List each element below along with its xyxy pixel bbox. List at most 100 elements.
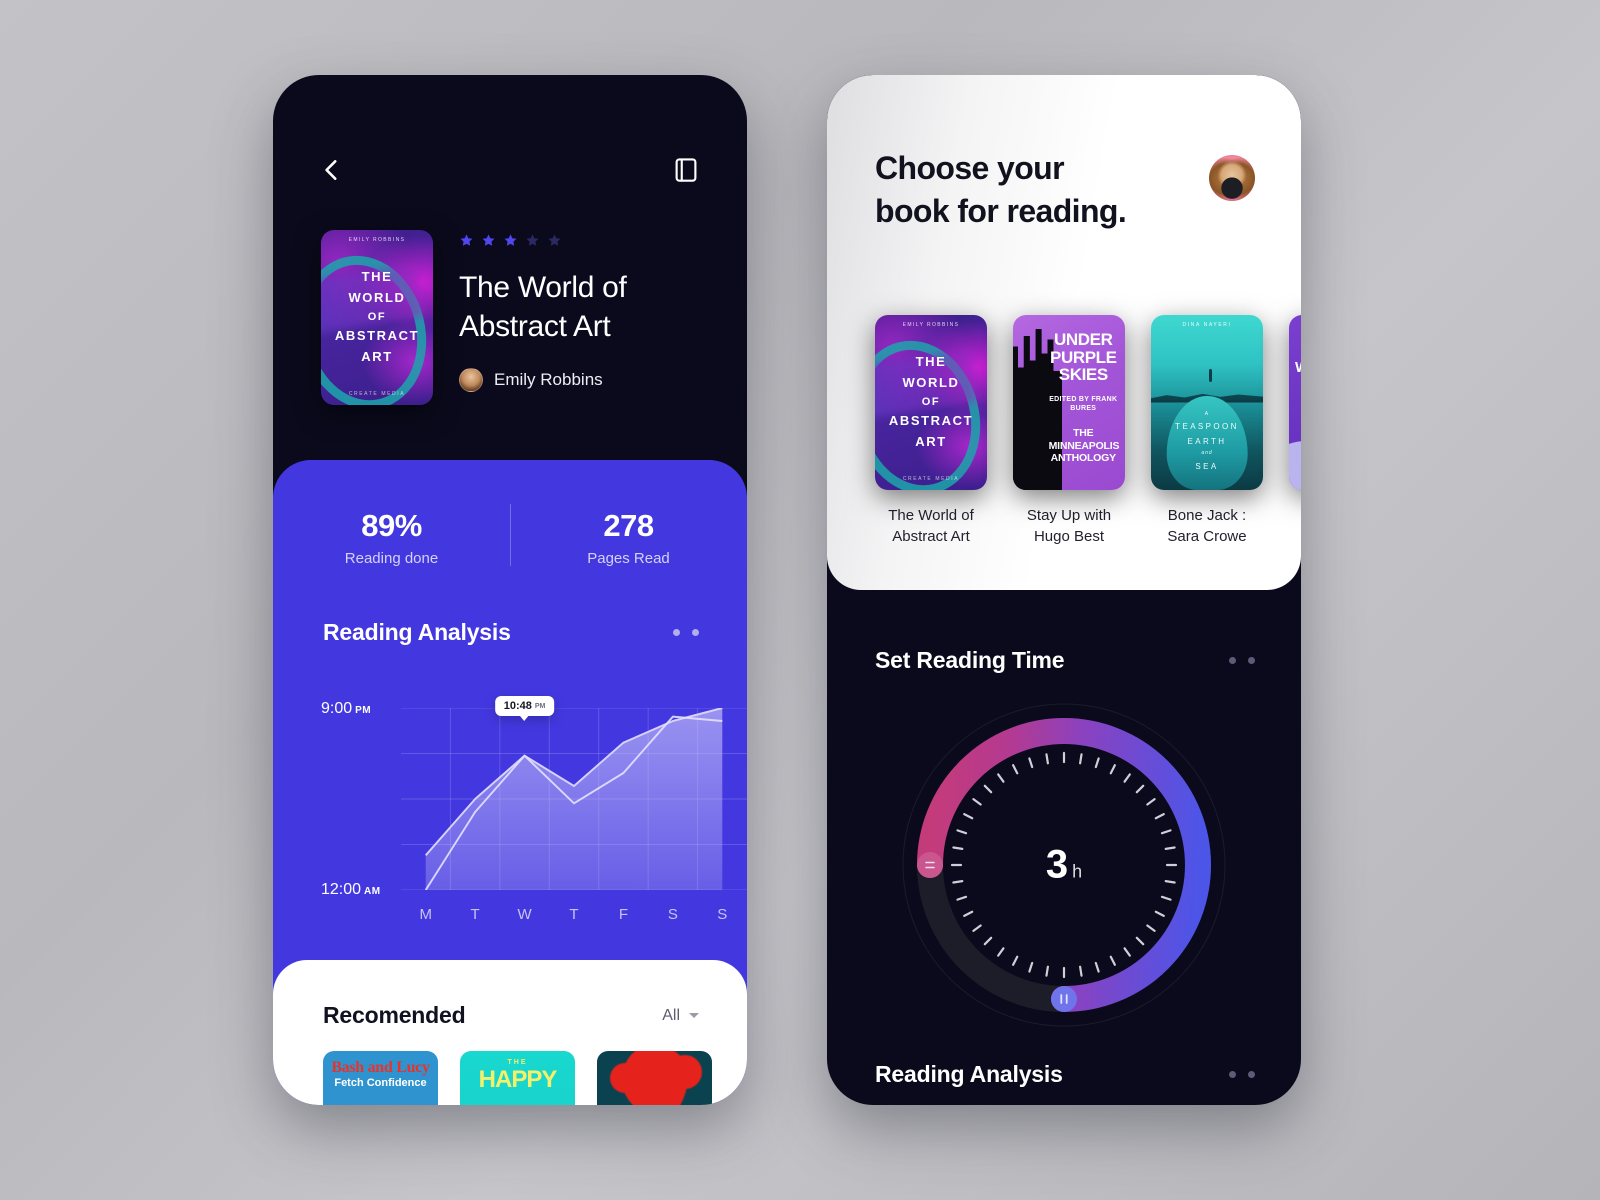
carousel-item-label: The World of Abstract Art xyxy=(875,506,987,547)
cover-title-block: THE WORLD OF ABSTRACT ART xyxy=(875,315,987,490)
card-line-1: THE xyxy=(507,1059,528,1066)
label-line-1: Stay Up with xyxy=(1026,507,1112,524)
y-axis-top-label: 9:00 PM xyxy=(321,700,372,717)
recommended-card[interactable]: BORING xyxy=(597,1051,712,1105)
recommended-card[interactable]: THE HAPPY xyxy=(460,1051,575,1105)
phone-screen-choose-book: Choose your book for reading. EMILY ROBB… xyxy=(827,75,1301,1105)
author-avatar xyxy=(459,368,483,392)
book-carousel[interactable]: EMILY ROBBINS THE WORLD OF ABSTRACT ART … xyxy=(875,315,1301,547)
label-line-1: The World of xyxy=(888,507,974,524)
book-cover-partial[interactable]: WA MU FE xyxy=(1289,315,1301,490)
chevron-down-icon xyxy=(689,1013,699,1018)
y-axis-bottom-label: 12:00 AM xyxy=(321,881,381,898)
phone-screen-book-detail: EMILY ROBBINS THE WORLD OF ABSTRACT ART … xyxy=(273,75,747,1105)
label-line-2: Hugo Best xyxy=(1033,527,1105,545)
x-axis-tick: F xyxy=(618,906,628,923)
x-axis-labels: MTWTFSS xyxy=(401,906,747,923)
choose-book-header: Choose your book for reading. xyxy=(827,75,1301,232)
dial-tick xyxy=(963,813,974,820)
dial-start-handle[interactable] xyxy=(917,852,943,878)
x-axis-tick: T xyxy=(470,906,480,923)
star-icon[interactable] xyxy=(459,233,474,248)
recommended-header: Recomended All xyxy=(273,960,747,1029)
dial-tick xyxy=(972,924,982,932)
title-line-2: book for reading. xyxy=(875,192,1127,229)
title-line-1: Choose your xyxy=(875,150,1065,186)
card-line-2: Fetch Confidence xyxy=(334,1077,427,1089)
filter-label: All xyxy=(662,1006,680,1024)
blob-graphic xyxy=(609,1051,702,1105)
stat-label: Reading done xyxy=(344,550,439,567)
cover-line-2: TEASPOON xyxy=(1175,422,1239,431)
stat-value: 89% xyxy=(361,508,422,543)
user-avatar[interactable] xyxy=(1209,155,1255,201)
book-cover-teaspoon-earth-sea[interactable]: DINA NAYERI A TEASPOON EARTH and SEA xyxy=(1151,315,1263,490)
stat-value: 278 xyxy=(603,508,654,543)
author-row[interactable]: Emily Robbins xyxy=(459,368,707,392)
carousel-item[interactable]: EMILY ROBBINS THE WORLD OF ABSTRACT ART … xyxy=(875,315,987,547)
cover-author-line: DINA NAYERI xyxy=(1182,322,1232,328)
more-dots-icon[interactable] xyxy=(1229,657,1255,664)
more-dots-icon[interactable] xyxy=(1229,1070,1255,1078)
dial-tick xyxy=(1094,961,1100,973)
x-axis-tick: W xyxy=(517,906,532,923)
dial-tick xyxy=(1028,757,1034,769)
cover-line-4: ABSTRACT xyxy=(888,413,974,429)
book-cover-abstract-art[interactable]: EMILY ROBBINS THE WORLD OF ABSTRACT ART … xyxy=(321,230,433,405)
label-line-2: Sara Crowe xyxy=(1167,527,1247,545)
dial-tick xyxy=(997,773,1005,783)
cover-line-1: A xyxy=(1204,410,1210,417)
dial-tick xyxy=(963,910,974,917)
cover-line-3: OF xyxy=(367,310,387,323)
recommended-card[interactable]: Bash and Lucy Fetch Confidence xyxy=(323,1051,438,1105)
choose-book-title: Choose your book for reading. xyxy=(875,147,1127,232)
cover-line-5: ART xyxy=(915,434,947,450)
cover-title-block: A TEASPOON EARTH and SEA xyxy=(1151,410,1263,475)
dial-tick xyxy=(1160,895,1172,901)
book-icon[interactable] xyxy=(671,155,701,185)
star-icon[interactable] xyxy=(547,233,562,248)
star-icon[interactable] xyxy=(481,233,496,248)
more-dots-icon[interactable] xyxy=(673,629,699,636)
dot xyxy=(1248,657,1255,664)
choose-book-card: Choose your book for reading. EMILY ROBB… xyxy=(827,75,1301,590)
tooltip-time: 10:48 xyxy=(503,699,532,712)
dial-tick xyxy=(956,829,968,835)
cover-editor: EDITED BY FRANK BURES xyxy=(1049,396,1118,413)
book-cover-abstract-art[interactable]: EMILY ROBBINS THE WORLD OF ABSTRACT ART … xyxy=(875,315,987,490)
carousel-item[interactable]: DINA NAYERI A TEASPOON EARTH and SEA Bon… xyxy=(1151,315,1263,547)
dial-tick xyxy=(1012,955,1019,966)
stats-row: 89% Reading done 278 Pages Read xyxy=(273,460,747,567)
cover-line-2: WORLD xyxy=(348,289,406,305)
recommended-list: Bash and Lucy Fetch Confidence THE HAPPY… xyxy=(273,1029,747,1105)
recommended-title: Recomended xyxy=(323,1002,466,1028)
book-meta: The World of Abstract Art Emily Robbins xyxy=(459,230,707,405)
dial-tick xyxy=(1135,936,1145,946)
reading-time-dial[interactable]: 3h xyxy=(899,700,1229,1030)
carousel-item[interactable]: UNDER PURPLE SKIES EDITED BY FRANK BURES… xyxy=(1013,315,1125,547)
carousel-item-label: Bone Jack : Sara Crowe xyxy=(1151,506,1263,547)
dot xyxy=(1248,1070,1255,1078)
dial-tick xyxy=(1123,947,1131,957)
back-button[interactable] xyxy=(319,157,345,183)
carousel-item-label: Stay Up with Hugo Best xyxy=(1013,506,1125,547)
dial-tick xyxy=(1164,846,1176,850)
dial-tick xyxy=(1154,910,1165,917)
recommended-filter[interactable]: All xyxy=(662,1007,699,1025)
rating-stars[interactable] xyxy=(459,233,707,248)
dial-tick xyxy=(983,936,993,946)
dial-tick xyxy=(1164,880,1176,884)
card-line-1: Bash and Lucy xyxy=(331,1059,430,1076)
set-reading-time-section: Set Reading Time 3 h Reading Analysis xyxy=(827,590,1301,1105)
dial-tick xyxy=(952,880,964,884)
dial-tick xyxy=(1045,753,1049,765)
star-icon[interactable] xyxy=(525,233,540,248)
dot xyxy=(692,629,699,636)
book-cover-under-purple-skies[interactable]: UNDER PURPLE SKIES EDITED BY FRANK BURES… xyxy=(1013,315,1125,490)
dial-end-handle[interactable] xyxy=(1051,986,1077,1012)
carousel-item-partial[interactable]: WA MU FE xyxy=(1289,315,1301,547)
x-axis-tick: M xyxy=(419,906,432,923)
star-icon[interactable] xyxy=(503,233,518,248)
figure-silhouette xyxy=(1209,369,1213,383)
cover-line-4: ABSTRACT xyxy=(334,328,420,344)
